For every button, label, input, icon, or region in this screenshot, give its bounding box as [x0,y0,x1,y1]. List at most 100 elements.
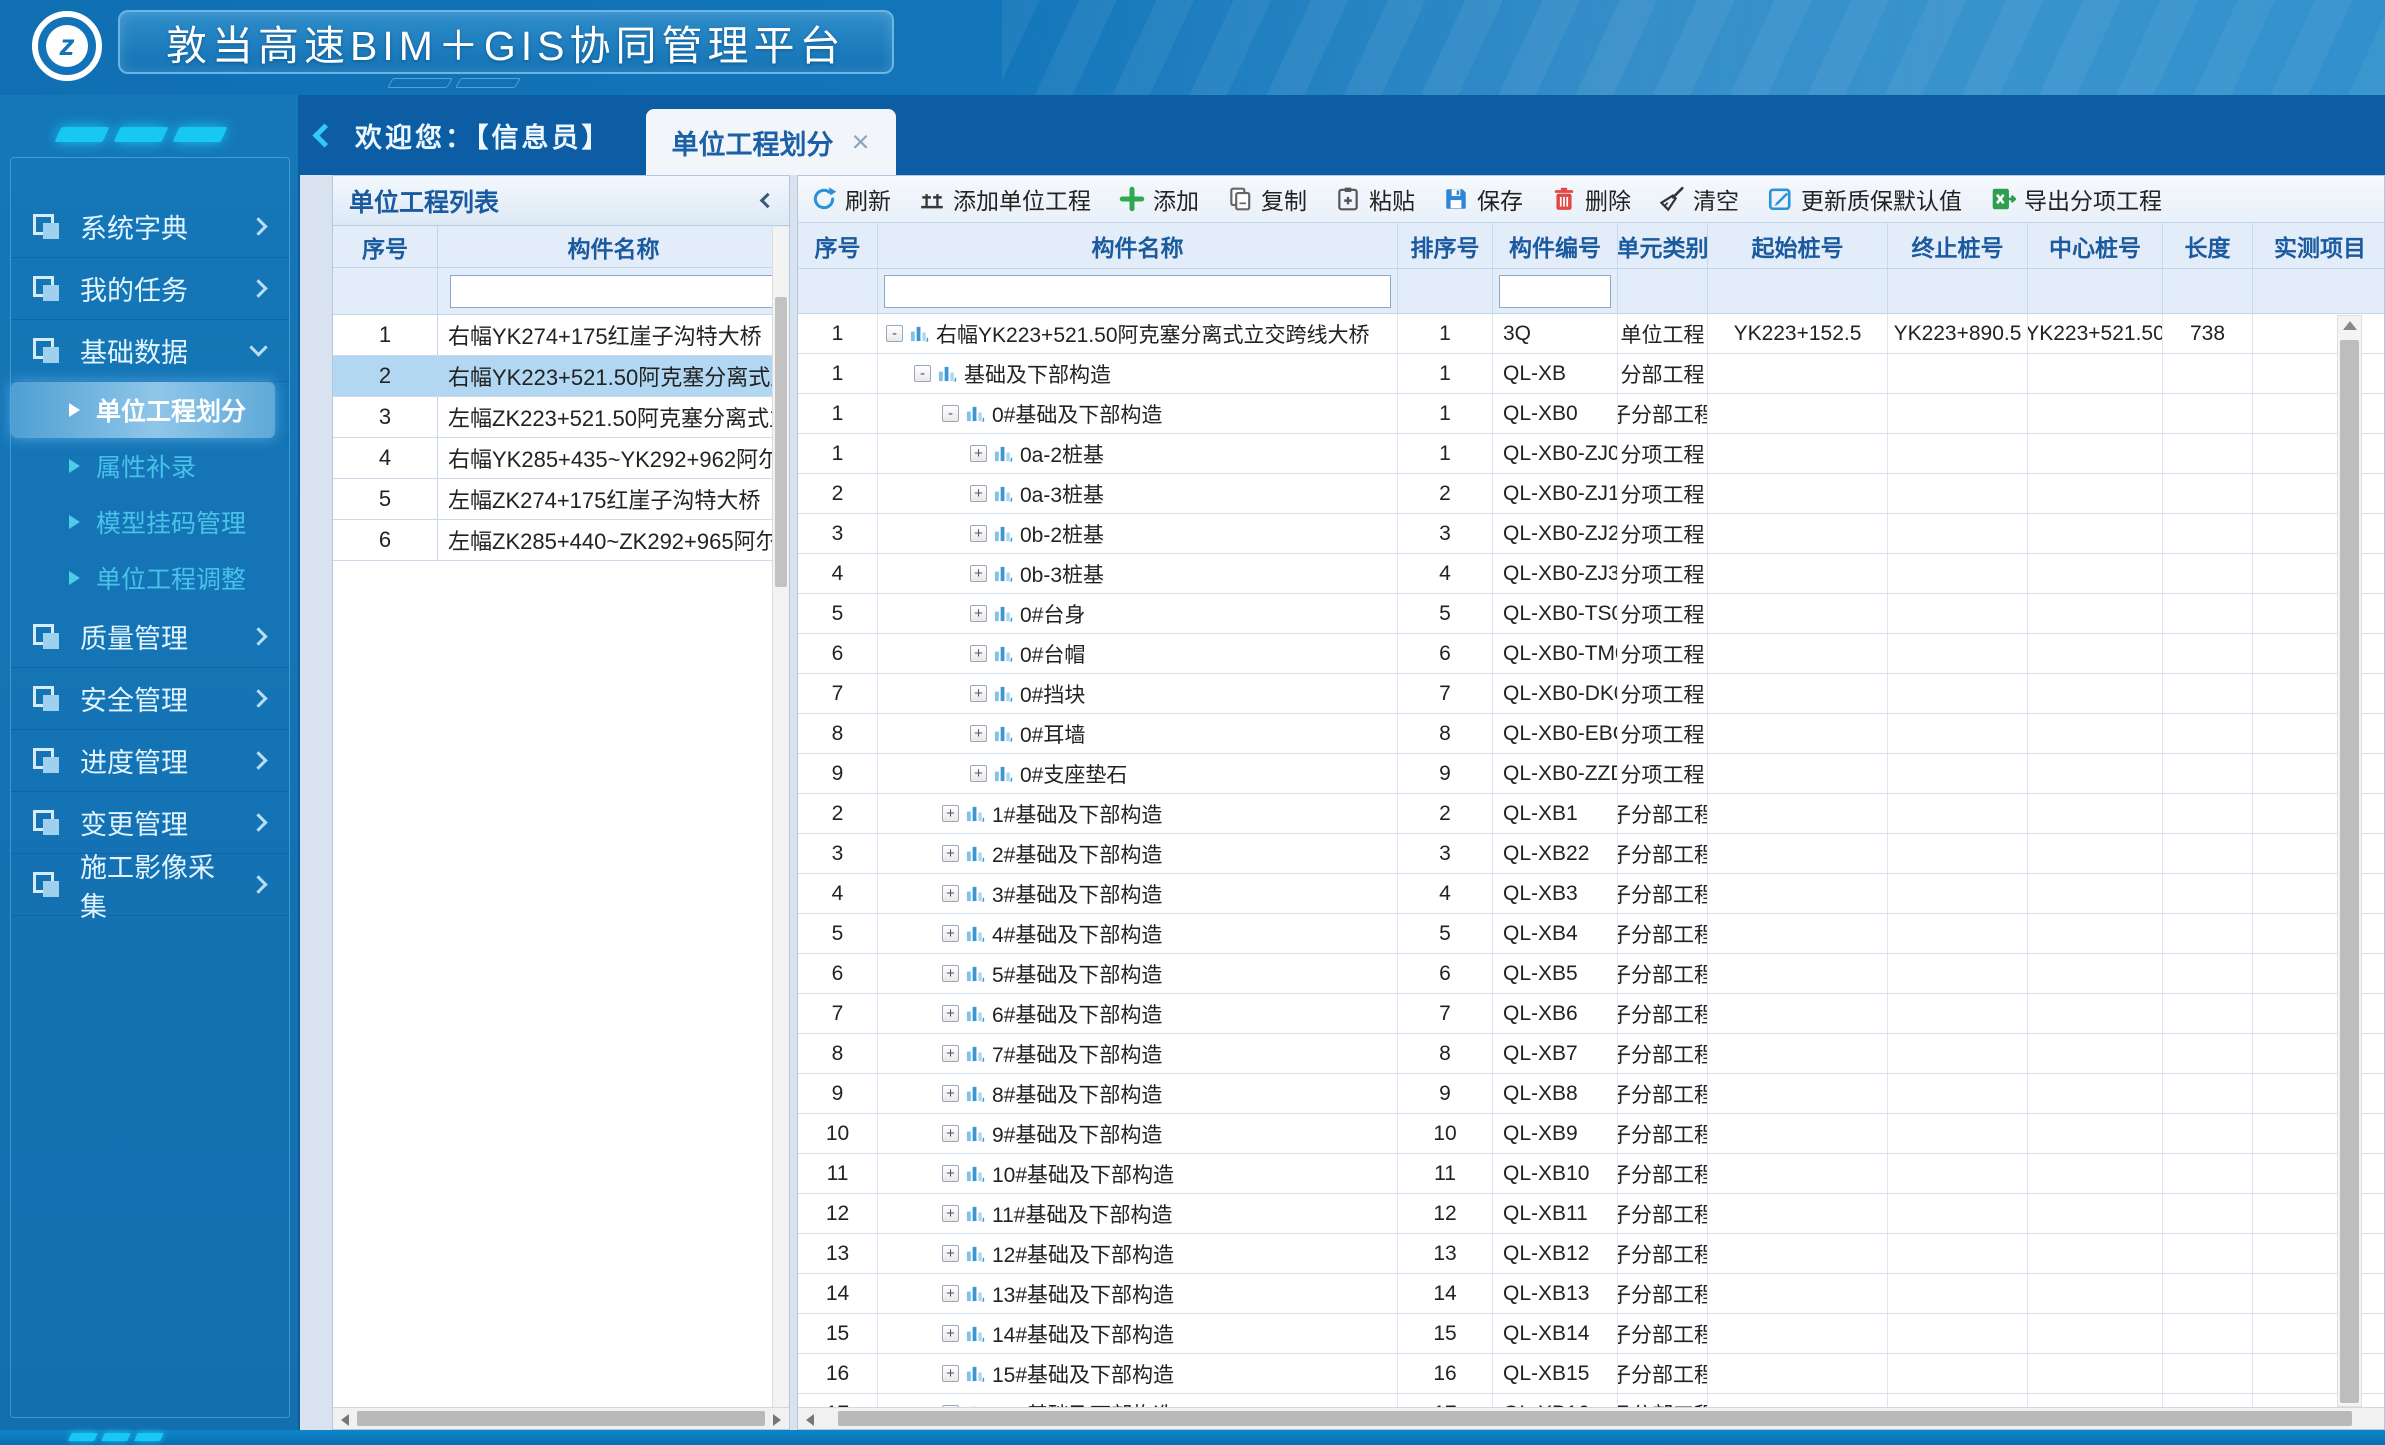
sidebar-item-my-tasks[interactable]: 我的任务 [11,258,289,320]
expand-node-icon[interactable]: + [970,645,987,662]
expand-node-icon[interactable]: + [942,1245,959,1262]
toolbar-button-add[interactable]: 添加 [1118,182,1199,216]
component-name-filter-input[interactable] [884,275,1391,308]
table-row[interactable]: 1+0a-2桩基1QL-XB0-ZJ0分项工程 [798,434,2384,474]
table-row[interactable]: 1-右幅YK223+521.50阿克塞分离式立交跨线大桥13Q单位工程YK223… [798,314,2384,354]
expand-node-icon[interactable]: + [942,1125,959,1142]
back-chevron-icon[interactable] [312,123,336,147]
expand-node-icon[interactable]: + [942,1325,959,1342]
expand-node-icon[interactable]: + [970,565,987,582]
scroll-left-arrow-icon[interactable] [341,1414,349,1426]
expand-node-icon[interactable]: + [942,845,959,862]
component-code-filter-input[interactable] [1499,275,1611,308]
unit-list-row[interactable]: 1右幅YK274+175红崖子沟特大桥 [333,315,789,356]
expand-node-icon[interactable]: + [970,765,987,782]
sidebar-subitem-model-code-mgmt[interactable]: 模型挂码管理 [11,494,289,550]
table-row[interactable]: 7+0#挡块7QL-XB0-DK0分项工程 [798,674,2384,714]
expand-node-icon[interactable]: + [942,1205,959,1222]
scroll-left-arrow-icon[interactable] [806,1414,814,1426]
table-row[interactable]: 7+6#基础及下部构造7QL-XB6子分部工程 [798,994,2384,1034]
table-row[interactable]: 9+8#基础及下部构造9QL-XB8子分部工程 [798,1074,2384,1114]
expand-node-icon[interactable]: + [942,885,959,902]
expand-node-icon[interactable]: + [942,1085,959,1102]
table-row[interactable]: 3+0b-2桩基3QL-XB0-ZJ2分项工程 [798,514,2384,554]
table-row[interactable]: 4+0b-3桩基4QL-XB0-ZJ3分项工程 [798,554,2384,594]
toolbar-button-clear[interactable]: 清空 [1658,182,1739,216]
expand-node-icon[interactable]: + [942,1285,959,1302]
toolbar-button-copy[interactable]: 复制 [1226,182,1307,216]
table-row[interactable]: 9+0#支座垫石9QL-XB0-ZZDS0分项工程 [798,754,2384,794]
sidebar-item-progress-mgmt[interactable]: 进度管理 [11,730,289,792]
expand-node-icon[interactable]: + [942,805,959,822]
expand-node-icon[interactable]: + [942,1045,959,1062]
toolbar-button-add-unit-project[interactable]: 添加单位工程 [918,182,1091,216]
expand-node-icon[interactable]: + [970,445,987,462]
expand-node-icon[interactable]: + [942,925,959,942]
unit-list-row[interactable]: 5左幅ZK274+175红崖子沟特大桥 [333,479,789,520]
unit-list-row[interactable]: 3左幅ZK223+521.50阿克塞分离式立交跨线大桥 [333,397,789,438]
table-row[interactable]: 1-基础及下部构造1QL-XB分部工程 [798,354,2384,394]
expand-node-icon[interactable]: + [970,725,987,742]
toolbar-button-update-warranty-defaults[interactable]: 更新质保默认值 [1766,182,1962,216]
unit-list-vscroll-thumb[interactable] [775,297,787,587]
main-table-vscroll-thumb[interactable] [2340,340,2359,1403]
collapse-node-icon[interactable]: - [886,325,903,342]
table-row[interactable]: 2+0a-3桩基2QL-XB0-ZJ1分项工程 [798,474,2384,514]
panel-collapse-icon[interactable] [760,193,776,209]
table-row[interactable]: 5+0#台身5QL-XB0-TS0分项工程 [798,594,2384,634]
unit-list-row[interactable]: 2右幅YK223+521.50阿克塞分离式立交跨线大桥 [333,356,789,397]
table-row[interactable]: 3+2#基础及下部构造3QL-XB22子分部工程 [798,834,2384,874]
toolbar-button-export-subprojects[interactable]: 导出分项工程 [1989,182,2162,216]
toolbar-button-paste[interactable]: 粘贴 [1334,182,1415,216]
expand-node-icon[interactable]: + [942,965,959,982]
table-row[interactable]: 12+11#基础及下部构造12QL-XB11子分部工程 [798,1194,2384,1234]
table-row[interactable]: 13+12#基础及下部构造13QL-XB12子分部工程 [798,1234,2384,1274]
sidebar-subitem-unit-division[interactable]: 单位工程划分 [11,382,275,438]
table-row[interactable]: 10+9#基础及下部构造10QL-XB9子分部工程 [798,1114,2384,1154]
table-row[interactable]: 5+4#基础及下部构造5QL-XB4子分部工程 [798,914,2384,954]
table-row[interactable]: 2+1#基础及下部构造2QL-XB1子分部工程 [798,794,2384,834]
expand-node-icon[interactable]: + [970,525,987,542]
main-table-vscrollbar[interactable] [2337,315,2362,1407]
sidebar-item-basic-data[interactable]: 基础数据 [11,320,289,382]
unit-list-hscrollbar[interactable] [333,1407,789,1429]
expand-node-icon[interactable]: + [970,485,987,502]
expand-node-icon[interactable]: + [970,605,987,622]
main-table-hscrollbar[interactable] [798,1407,2384,1429]
unit-name-filter-input[interactable] [450,275,778,308]
table-row[interactable]: 11+10#基础及下部构造11QL-XB10子分部工程 [798,1154,2384,1194]
sidebar-subitem-attr-supplement[interactable]: 属性补录 [11,438,289,494]
expand-node-icon[interactable]: + [942,1365,959,1382]
main-table-hscroll-thumb[interactable] [838,1411,2352,1426]
sidebar-item-quality-mgmt[interactable]: 质量管理 [11,606,289,668]
scroll-up-arrow-icon[interactable] [2343,321,2357,330]
expand-node-icon[interactable]: + [970,685,987,702]
tab-close-icon[interactable]: × [852,124,870,160]
toolbar-button-delete[interactable]: 删除 [1550,182,1631,216]
table-row[interactable]: 8+7#基础及下部构造8QL-XB7子分部工程 [798,1034,2384,1074]
sidebar-subitem-unit-adjust[interactable]: 单位工程调整 [11,550,289,606]
table-row[interactable]: 6+0#台帽6QL-XB0-TM0分项工程 [798,634,2384,674]
table-row[interactable]: 14+13#基础及下部构造14QL-XB13子分部工程 [798,1274,2384,1314]
expand-node-icon[interactable]: + [942,1165,959,1182]
table-row[interactable]: 16+15#基础及下部构造16QL-XB15子分部工程 [798,1354,2384,1394]
unit-list-hscroll-thumb[interactable] [357,1411,765,1426]
table-row[interactable]: 8+0#耳墙8QL-XB0-EBQ0分项工程 [798,714,2384,754]
collapse-node-icon[interactable]: - [942,405,959,422]
tab-unit-division[interactable]: 单位工程划分 × [646,109,896,175]
table-row[interactable]: 15+14#基础及下部构造15QL-XB14子分部工程 [798,1314,2384,1354]
expand-node-icon[interactable]: + [942,1005,959,1022]
table-row[interactable]: 6+5#基础及下部构造6QL-XB5子分部工程 [798,954,2384,994]
scroll-right-arrow-icon[interactable] [773,1414,781,1426]
unit-list-vscrollbar[interactable] [772,227,789,1407]
sidebar-item-system-dict[interactable]: 系统字典 [11,196,289,258]
table-row[interactable]: 1-0#基础及下部构造1QL-XB0子分部工程 [798,394,2384,434]
toolbar-button-refresh[interactable]: 刷新 [810,182,891,216]
sidebar-item-safety-mgmt[interactable]: 安全管理 [11,668,289,730]
toolbar-button-save[interactable]: 保存 [1442,182,1523,216]
sidebar-item-construction-imaging[interactable]: 施工影像采集 [11,854,289,916]
unit-list-row[interactable]: 6左幅ZK285+440~ZK292+965阿尔金山特长隧道 [333,520,789,561]
table-row[interactable]: 4+3#基础及下部构造4QL-XB3子分部工程 [798,874,2384,914]
unit-list-row[interactable]: 4右幅YK285+435~YK292+962阿尔金山特长隧道 [333,438,789,479]
collapse-node-icon[interactable]: - [914,365,931,382]
